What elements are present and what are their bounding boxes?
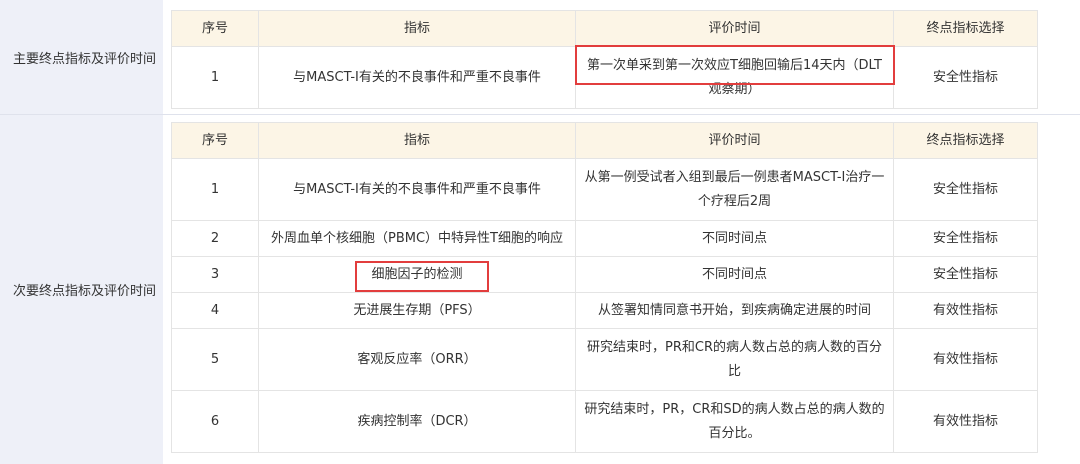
table-row: 1 与MASCT-I有关的不良事件和严重不良事件 第一次单采到第一次效应T细胞回…	[171, 46, 1038, 109]
row-time: 不同时间点	[575, 256, 894, 293]
secondary-section-label: 次要终点指标及评价时间	[0, 115, 164, 464]
row-no: 5	[171, 328, 259, 391]
row-choice: 安全性指标	[893, 158, 1038, 221]
row-choice: 有效性指标	[893, 328, 1038, 391]
header-no: 序号	[171, 10, 259, 47]
row-no: 6	[171, 390, 259, 453]
row-time: 研究结束时，PR和CR的病人数占总的病人数的百分比	[575, 328, 894, 391]
row-time: 不同时间点	[575, 220, 894, 257]
row-choice: 有效性指标	[893, 292, 1038, 329]
row-no: 1	[171, 158, 259, 221]
row-choice: 有效性指标	[893, 390, 1038, 453]
table-row: 3 细胞因子的检测 不同时间点 安全性指标	[171, 256, 1038, 293]
row-indicator: 客观反应率（ORR）	[258, 328, 576, 391]
table-row: 6 疾病控制率（DCR） 研究结束时，PR，CR和SD的病人数占总的病人数的百分…	[171, 390, 1038, 453]
header-time: 评价时间	[575, 10, 894, 47]
row-indicator: 与MASCT-I有关的不良事件和严重不良事件	[258, 46, 576, 109]
primary-endpoint-section: 主要终点指标及评价时间 序号 指标 评价时间 终点指标选择 1 与MASCT-I…	[0, 0, 1080, 114]
row-no: 3	[171, 256, 259, 293]
row-indicator: 外周血单个核细胞（PBMC）中特异性T细胞的响应	[258, 220, 576, 257]
row-time: 从第一例受试者入组到最后一例患者MASCT-I治疗一个疗程后2周	[575, 158, 894, 221]
row-no: 1	[171, 46, 259, 109]
header-no: 序号	[171, 122, 259, 159]
secondary-endpoint-section: 次要终点指标及评价时间 序号 指标 评价时间 终点指标选择 1 与MASCT-I…	[0, 115, 1080, 464]
row-choice: 安全性指标	[893, 46, 1038, 109]
row-time: 研究结束时，PR，CR和SD的病人数占总的病人数的百分比。	[575, 390, 894, 453]
table-row: 2 外周血单个核细胞（PBMC）中特异性T细胞的响应 不同时间点 安全性指标	[171, 220, 1038, 257]
header-indicator: 指标	[258, 122, 576, 159]
row-indicator: 与MASCT-I有关的不良事件和严重不良事件	[258, 158, 576, 221]
primary-section-label: 主要终点指标及评价时间	[0, 0, 164, 114]
row-choice: 安全性指标	[893, 256, 1038, 293]
primary-endpoint-table: 序号 指标 评价时间 终点指标选择 1 与MASCT-I有关的不良事件和严重不良…	[171, 10, 1038, 109]
secondary-endpoint-table: 序号 指标 评价时间 终点指标选择 1 与MASCT-I有关的不良事件和严重不良…	[171, 122, 1038, 453]
row-indicator: 无进展生存期（PFS）	[258, 292, 576, 329]
row-indicator: 细胞因子的检测	[258, 256, 576, 293]
row-no: 4	[171, 292, 259, 329]
table-row: 4 无进展生存期（PFS） 从签署知情同意书开始，到疾病确定进展的时间 有效性指…	[171, 292, 1038, 329]
table-header-row: 序号 指标 评价时间 终点指标选择	[171, 10, 1038, 47]
row-time: 从签署知情同意书开始，到疾病确定进展的时间	[575, 292, 894, 329]
table-row: 1 与MASCT-I有关的不良事件和严重不良事件 从第一例受试者入组到最后一例患…	[171, 158, 1038, 221]
row-indicator: 疾病控制率（DCR）	[258, 390, 576, 453]
row-no: 2	[171, 220, 259, 257]
header-choice: 终点指标选择	[893, 10, 1038, 47]
table-row: 5 客观反应率（ORR） 研究结束时，PR和CR的病人数占总的病人数的百分比 有…	[171, 328, 1038, 391]
header-time: 评价时间	[575, 122, 894, 159]
endpoint-table: 主要终点指标及评价时间 序号 指标 评价时间 终点指标选择 1 与MASCT-I…	[0, 0, 1080, 464]
row-choice: 安全性指标	[893, 220, 1038, 257]
header-choice: 终点指标选择	[893, 122, 1038, 159]
table-header-row: 序号 指标 评价时间 终点指标选择	[171, 122, 1038, 159]
header-indicator: 指标	[258, 10, 576, 47]
row-time: 第一次单采到第一次效应T细胞回输后14天内（DLT观察期）	[575, 46, 894, 109]
